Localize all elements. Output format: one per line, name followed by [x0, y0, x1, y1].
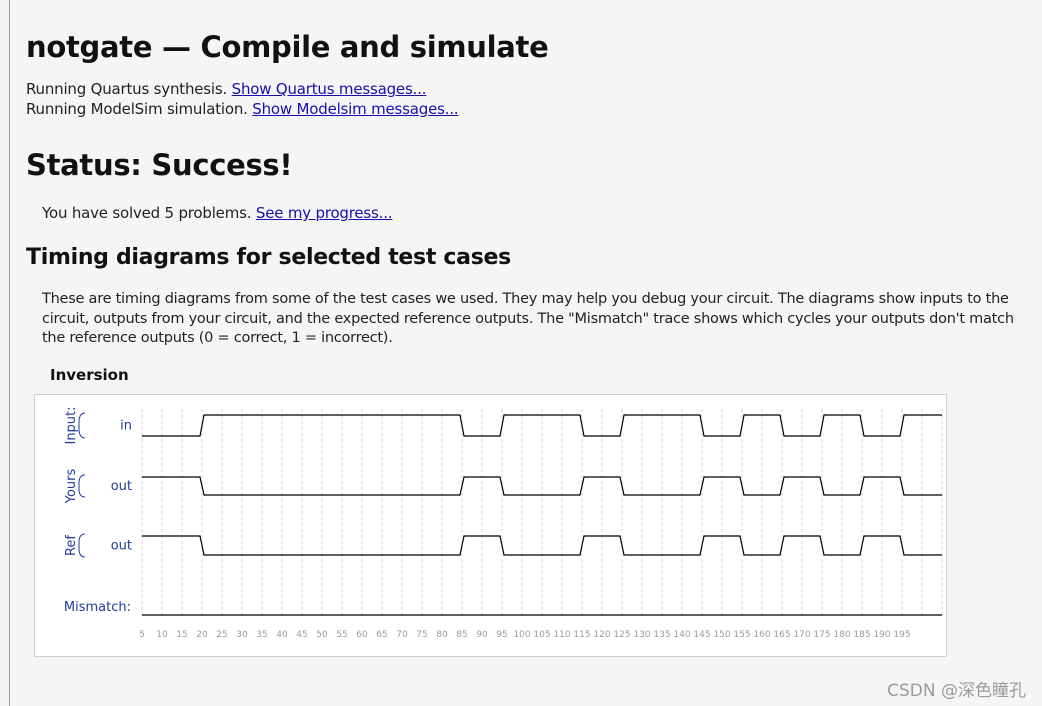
- time-tick-label: 70: [396, 630, 408, 640]
- left-border: [9, 0, 10, 706]
- signal-name-out: out: [111, 479, 132, 494]
- quartus-status-line: Running Quartus synthesis. Show Quartus …: [26, 80, 426, 98]
- time-tick-label: 120: [593, 630, 610, 640]
- time-tick-label: 110: [553, 630, 570, 640]
- time-tick-label: 90: [476, 630, 488, 640]
- time-tick-label: 180: [833, 630, 850, 640]
- test-case-title: Inversion: [50, 366, 129, 384]
- time-tick-label: 15: [176, 630, 187, 640]
- time-tick-label: 190: [873, 630, 890, 640]
- timing-diagram: Input: in Yours out Ref out Mismatch: 5 10 15 20 25…: [34, 394, 947, 657]
- time-tick-label: 160: [753, 630, 770, 640]
- time-tick-label: 95: [496, 630, 507, 640]
- time-tick-label: 5: [139, 630, 145, 640]
- time-tick-label: 140: [673, 630, 690, 640]
- time-tick-label: 145: [693, 630, 710, 640]
- group-label-0: Input:: [64, 406, 79, 444]
- group-label-2: Ref: [64, 535, 79, 556]
- waveform-out: [142, 535, 942, 556]
- time-tick-label: 150: [713, 630, 730, 640]
- waveform-out: [142, 476, 942, 496]
- time-tick-label: 175: [813, 630, 830, 640]
- time-tick-label: 50: [316, 630, 328, 640]
- mismatch-label: Mismatch:: [64, 600, 131, 615]
- signal-name-out: out: [111, 539, 132, 554]
- status-heading: Status: Success!: [26, 148, 293, 182]
- time-tick-label: 35: [256, 630, 267, 640]
- progress-line: You have solved 5 problems. See my progr…: [42, 204, 393, 222]
- group-brace: [78, 533, 86, 558]
- group-label-1: Yours: [64, 469, 79, 505]
- time-tick-label: 170: [793, 630, 810, 640]
- show-quartus-messages-link[interactable]: Show Quartus messages...: [232, 80, 427, 98]
- time-tick-label: 75: [416, 630, 427, 640]
- time-tick-label: 195: [893, 630, 910, 640]
- time-tick-label: 125: [613, 630, 630, 640]
- group-brace: [78, 412, 86, 439]
- see-my-progress-link[interactable]: See my progress...: [256, 204, 393, 222]
- group-brace: [78, 474, 86, 498]
- time-tick-label: 135: [653, 630, 670, 640]
- time-tick-label: 45: [296, 630, 307, 640]
- modelsim-status-text: Running ModelSim simulation.: [26, 100, 248, 118]
- time-tick-label: 185: [853, 630, 870, 640]
- time-tick-label: 40: [276, 630, 288, 640]
- time-tick-label: 65: [376, 630, 387, 640]
- time-tick-label: 105: [533, 630, 550, 640]
- signal-name-in: in: [120, 419, 132, 434]
- waveform-in: [142, 414, 942, 437]
- time-tick-label: 25: [216, 630, 227, 640]
- modelsim-status-line: Running ModelSim simulation. Show Models…: [26, 100, 459, 118]
- time-tick-label: 115: [573, 630, 590, 640]
- time-tick-label: 55: [336, 630, 347, 640]
- watermark: CSDN @深色瞳孔: [887, 681, 1026, 701]
- timing-diagrams-heading: Timing diagrams for selected test cases: [26, 245, 511, 270]
- time-tick-label: 30: [236, 630, 248, 640]
- time-tick-label: 130: [633, 630, 650, 640]
- timing-diagram-svg: Input: in Yours out Ref out Mismatch: 5 10 15 20 25…: [64, 406, 943, 640]
- time-tick-label: 20: [196, 630, 208, 640]
- progress-text: You have solved 5 problems.: [42, 204, 252, 222]
- time-tick-label: 10: [156, 630, 168, 640]
- time-tick-label: 85: [456, 630, 467, 640]
- time-tick-label: 165: [773, 630, 790, 640]
- timing-description: These are timing diagrams from some of t…: [42, 291, 1014, 346]
- time-tick-label: 60: [356, 630, 368, 640]
- time-tick-label: 155: [733, 630, 750, 640]
- show-modelsim-messages-link[interactable]: Show Modelsim messages...: [252, 100, 458, 118]
- page-title: notgate — Compile and simulate: [26, 30, 549, 64]
- time-tick-label: 100: [513, 630, 530, 640]
- time-tick-label: 80: [436, 630, 448, 640]
- quartus-status-text: Running Quartus synthesis.: [26, 80, 228, 98]
